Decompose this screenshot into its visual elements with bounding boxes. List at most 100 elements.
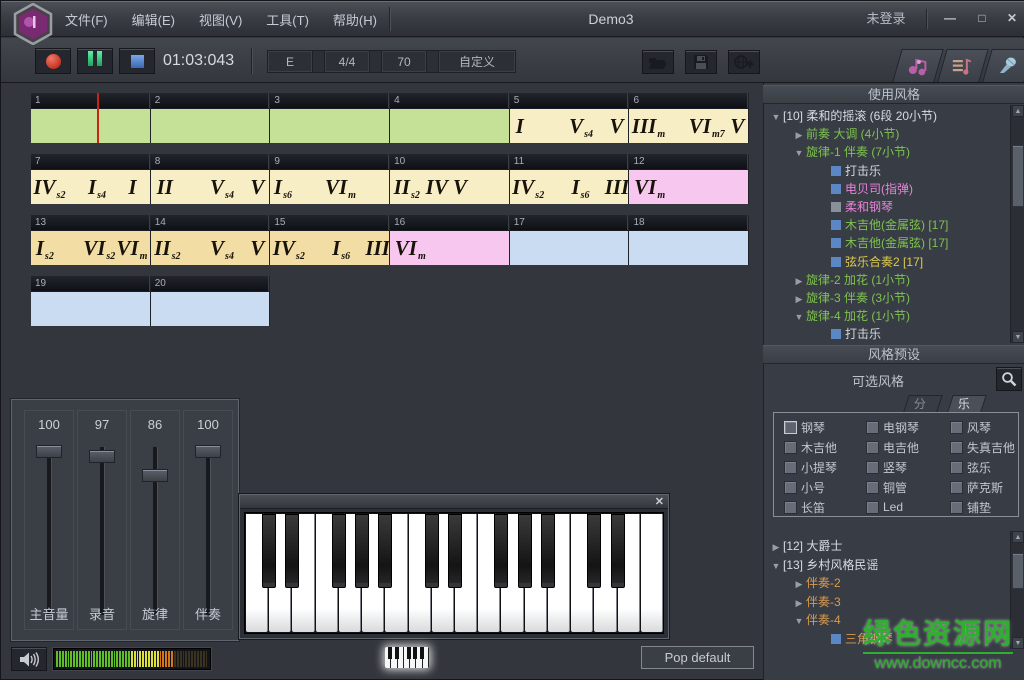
measure-cell[interactable]: IIImVIm7V	[629, 108, 748, 143]
checkbox-icon[interactable]	[950, 501, 963, 514]
tree-item[interactable]: ▶伴奏-2	[792, 574, 841, 592]
maximize-button[interactable]: □	[971, 11, 993, 27]
key-button[interactable]: E	[267, 50, 313, 73]
measure-16[interactable]: 16VIm	[390, 215, 510, 265]
stop-button[interactable]	[119, 48, 155, 74]
tree-item[interactable]: 电贝司(指弹)	[815, 180, 913, 198]
measure-3[interactable]: 3	[270, 93, 390, 143]
checkbox-icon[interactable]	[784, 501, 797, 514]
tree-item[interactable]: ▼旋律-1 伴奏 (7小节)	[792, 143, 910, 161]
measure-cell[interactable]: IIVs4V	[151, 169, 270, 204]
instrument-option[interactable]: 竖琴	[866, 460, 907, 474]
style-search-button[interactable]	[996, 367, 1022, 391]
time-signature-button[interactable]: 4/4	[324, 50, 370, 73]
measure-9[interactable]: 9Is6VIm	[270, 154, 390, 204]
measure-7[interactable]: 7IVs2Is4I	[31, 154, 151, 204]
measure-cell[interactable]	[390, 108, 509, 143]
playhead[interactable]	[97, 93, 99, 143]
checkbox-icon[interactable]	[784, 421, 797, 434]
chevron-right-icon[interactable]: ▶	[792, 290, 806, 308]
black-key[interactable]	[448, 514, 462, 588]
scroll-down-icon[interactable]: ▼	[1012, 637, 1024, 649]
checkbox-icon[interactable]	[784, 481, 797, 494]
checkbox-icon[interactable]	[784, 441, 797, 454]
black-key[interactable]	[355, 514, 369, 588]
login-status[interactable]: 未登录	[856, 1, 916, 37]
black-key[interactable]	[611, 514, 625, 588]
filter-tab-1[interactable]: 乐器	[947, 395, 987, 412]
tree-item[interactable]: ▼[10] 柔和的摇滚 (6段 20小节)	[769, 107, 937, 125]
measure-17[interactable]: 17	[510, 215, 630, 265]
menu-3[interactable]: 工具(T)	[254, 1, 321, 38]
tree-item[interactable]: ▼伴奏-4	[792, 611, 841, 629]
minimize-button[interactable]: —	[939, 11, 961, 27]
scroll-up-icon[interactable]: ▲	[1012, 105, 1024, 117]
instrument-option[interactable]: 铺垫	[950, 500, 991, 514]
checkbox-icon[interactable]	[866, 461, 879, 474]
black-key[interactable]	[518, 514, 532, 588]
pause-button[interactable]	[77, 48, 113, 74]
measure-20[interactable]: 20	[151, 276, 271, 326]
upper-tree-scrollbar[interactable]: ▲ ▼	[1010, 105, 1024, 343]
chevron-right-icon[interactable]: ▶	[792, 272, 806, 290]
chevron-right-icon[interactable]: ▶	[792, 575, 806, 593]
checkbox-icon[interactable]	[784, 461, 797, 474]
menu-4[interactable]: 帮助(H)	[321, 1, 389, 38]
open-file-button[interactable]	[642, 50, 674, 74]
chevron-down-icon[interactable]: ▼	[792, 308, 806, 326]
filter-tab-0[interactable]: 分类	[903, 395, 943, 412]
instrument-option[interactable]: 长笛	[784, 500, 825, 514]
scrollbar-thumb[interactable]	[1012, 553, 1024, 589]
pop-default-button[interactable]: Pop default	[641, 646, 754, 669]
piano-close-icon[interactable]: ✕	[655, 495, 664, 508]
chevron-down-icon[interactable]: ▼	[769, 557, 783, 575]
speaker-button[interactable]	[11, 647, 47, 671]
measure-6[interactable]: 6IIImVIm7V	[629, 93, 749, 143]
instrument-option[interactable]: 萨克斯	[950, 480, 1003, 494]
tree-item[interactable]: ▼[13] 乡村风格民谣	[769, 556, 878, 574]
black-key[interactable]	[332, 514, 346, 588]
scroll-down-icon[interactable]: ▼	[1012, 331, 1024, 343]
checkbox-icon[interactable]	[866, 501, 879, 514]
menu-0[interactable]: 文件(F)	[53, 1, 120, 38]
checkbox-icon[interactable]	[866, 421, 879, 434]
chevron-down-icon[interactable]: ▼	[792, 612, 806, 630]
measure-1[interactable]: 1	[31, 93, 151, 143]
checkbox-icon[interactable]	[950, 441, 963, 454]
measure-14[interactable]: 14IIs2Vs4V	[151, 215, 271, 265]
checkbox-icon[interactable]	[866, 441, 879, 454]
slider-track[interactable]	[206, 447, 211, 615]
checkbox-icon[interactable]	[950, 421, 963, 434]
measure-cell[interactable]: Is2VIs2VIm	[31, 230, 150, 265]
record-button[interactable]	[35, 48, 71, 74]
measure-18[interactable]: 18	[629, 215, 749, 265]
measure-19[interactable]: 19	[31, 276, 151, 326]
measure-10[interactable]: 10IIs2IVV	[390, 154, 510, 204]
black-key[interactable]	[587, 514, 601, 588]
instrument-option[interactable]: Led	[866, 500, 903, 514]
white-key[interactable]	[641, 514, 663, 632]
chevron-right-icon[interactable]: ▶	[769, 538, 783, 556]
black-key[interactable]	[378, 514, 392, 588]
menu-1[interactable]: 编辑(E)	[120, 1, 187, 38]
measure-cell[interactable]: IVs4V	[510, 108, 629, 143]
tree-item[interactable]: 打击乐	[815, 162, 881, 180]
measure-cell[interactable]: IVs2Is6III	[270, 230, 389, 265]
piano-keyboard[interactable]	[244, 512, 664, 634]
measure-cell[interactable]: IIs2Vs4V	[151, 230, 270, 265]
menu-2[interactable]: 视图(V)	[187, 1, 254, 38]
scrollbar-thumb[interactable]	[1012, 145, 1024, 207]
tree-item[interactable]: ▶旋律-3 伴奏 (3小节)	[792, 289, 910, 307]
tree-item[interactable]: ▶前奏 大调 (4小节)	[792, 125, 899, 143]
instrument-option[interactable]: 电吉他	[866, 440, 919, 454]
measure-13[interactable]: 13Is2VIs2VIm	[31, 215, 151, 265]
tree-item[interactable]: 木吉他(金属弦) [17]	[815, 216, 948, 234]
instrument-option[interactable]: 电钢琴	[866, 420, 919, 434]
measure-4[interactable]: 4	[390, 93, 510, 143]
measure-cell[interactable]: VIm	[390, 230, 509, 265]
black-key[interactable]	[285, 514, 299, 588]
measure-5[interactable]: 5IVs4V	[510, 93, 630, 143]
mini-piano-button[interactable]	[385, 647, 429, 668]
slider-handle[interactable]	[142, 469, 168, 482]
piano-widget[interactable]: ✕	[239, 494, 669, 639]
